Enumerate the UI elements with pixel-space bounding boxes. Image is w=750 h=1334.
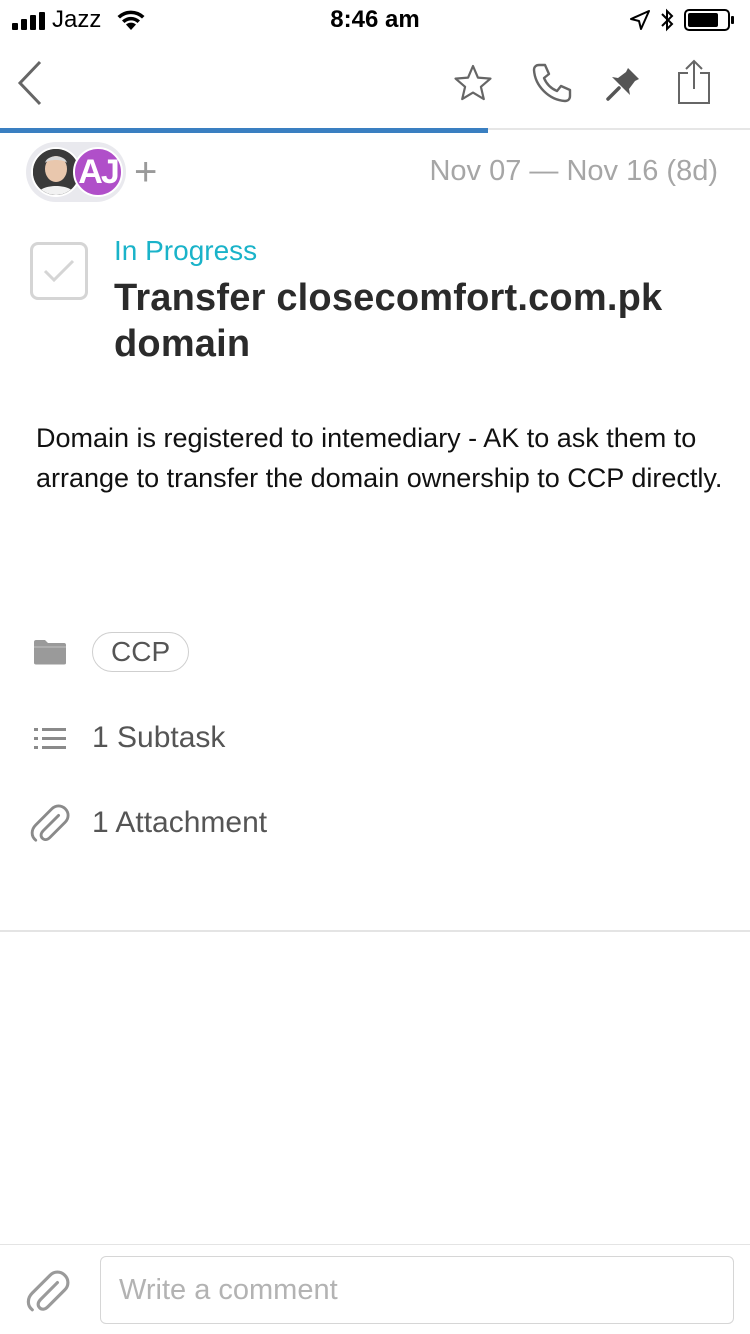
task-progress-bar [0,128,488,133]
paperclip-icon [30,804,70,844]
back-icon [17,60,42,106]
comment-input[interactable] [100,1256,734,1324]
call-button[interactable] [528,60,576,106]
task-title[interactable]: Transfer closecomfort.com.pk domain [114,275,714,367]
add-assignee-button[interactable]: + [134,150,157,194]
bluetooth-icon [661,8,674,32]
checkmark-icon [43,259,75,283]
task-complete-checkbox[interactable] [30,242,88,300]
share-button[interactable] [672,56,716,108]
nav-bar [0,40,750,128]
comment-bar-divider [0,1244,750,1245]
list-icon [30,719,70,759]
back-button[interactable] [10,58,50,108]
phone-icon [532,63,572,103]
location-arrow-icon [630,10,650,30]
section-divider [0,930,750,932]
project-tag[interactable]: CCP [92,632,190,672]
attach-file-button[interactable] [24,1268,72,1316]
pin-button[interactable] [602,62,644,106]
star-icon [454,64,492,101]
subtasks-link[interactable]: 1 Subtask [92,721,225,755]
folder-icon [30,632,70,672]
attachments-link[interactable]: 1 Attachment [92,806,267,840]
task-description[interactable]: Domain is registered to intemediary - AK… [36,418,726,498]
star-button[interactable] [450,60,496,106]
paperclip-icon [26,1270,70,1312]
pin-icon [606,68,639,101]
share-icon [678,59,710,104]
avatar-initials[interactable]: AJ [73,147,123,197]
task-status[interactable]: In Progress [114,235,257,267]
battery-icon [684,9,734,31]
task-date-range[interactable]: Nov 07 — Nov 16 (8d) [429,155,718,188]
status-bar: Jazz 8:46 am [0,0,750,40]
